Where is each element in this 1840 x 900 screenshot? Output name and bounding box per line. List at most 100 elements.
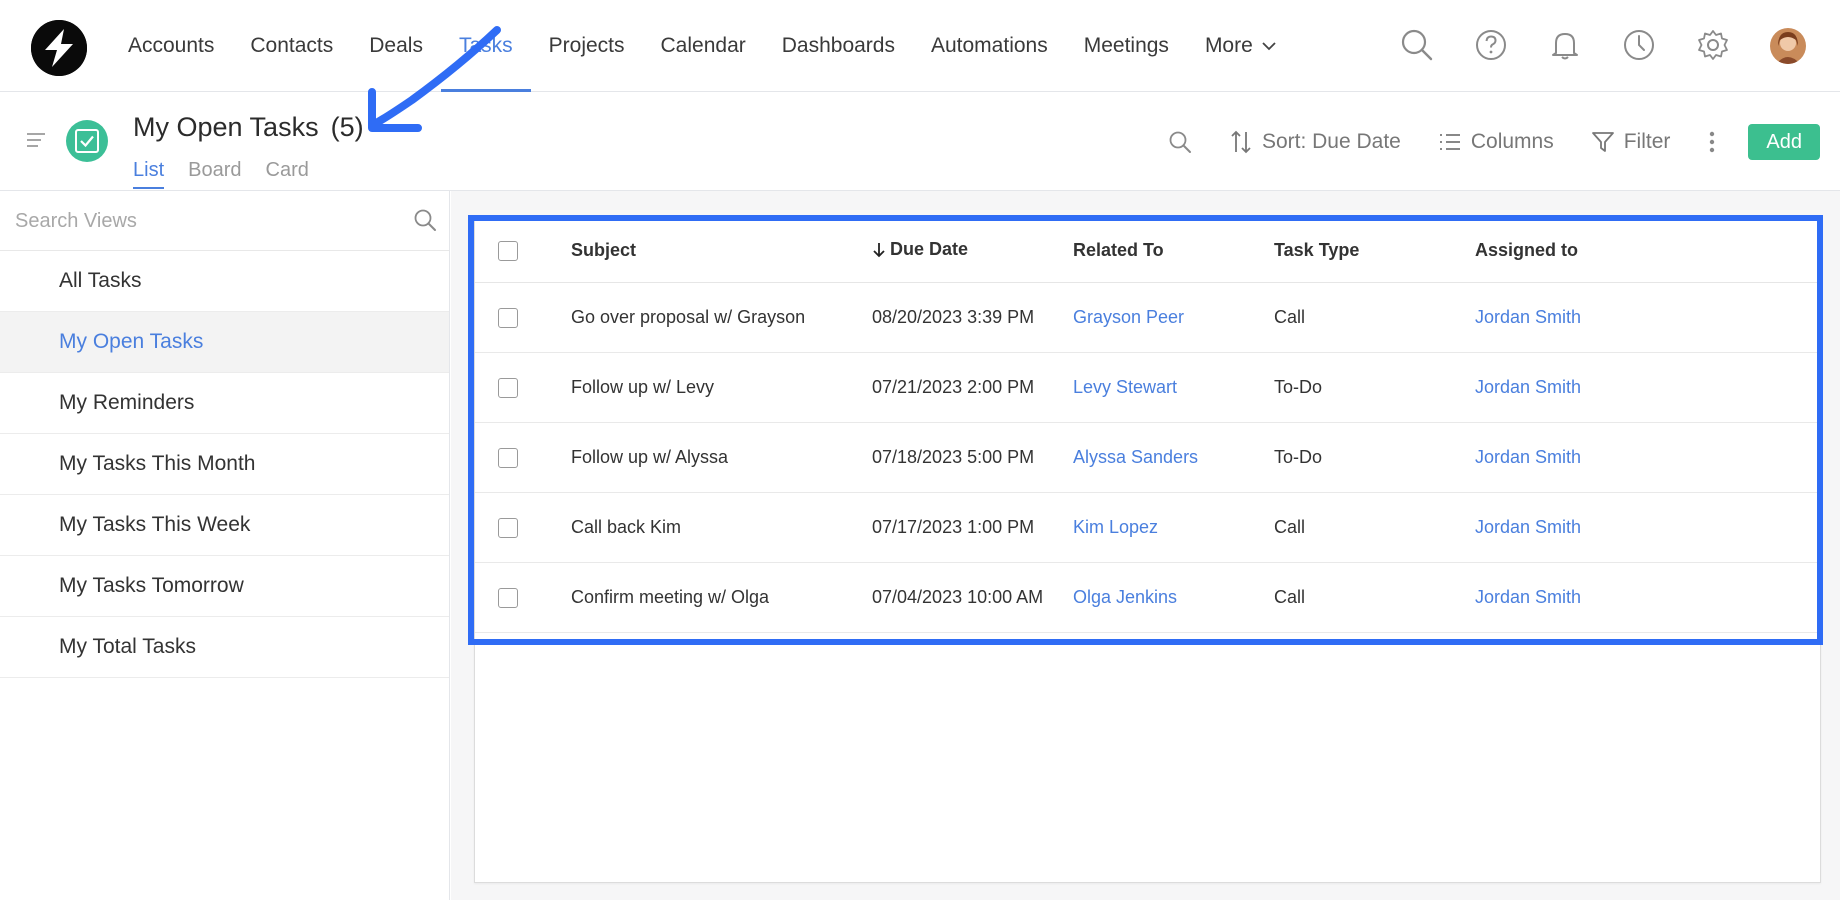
app-logo[interactable] <box>31 20 87 76</box>
task-type: Call <box>1274 306 1306 327</box>
search-views-input[interactable] <box>15 205 395 237</box>
column-header-related-to[interactable]: Related To <box>1073 220 1274 283</box>
nav-item-tasks[interactable]: Tasks <box>440 0 531 92</box>
nav-item-meetings[interactable]: Meetings <box>1066 0 1187 92</box>
task-type: Call <box>1274 516 1306 537</box>
main-nav: Accounts Contacts Deals Tasks Projects C… <box>110 0 1295 92</box>
more-options-button[interactable] <box>1708 130 1716 154</box>
table-row[interactable]: Go over proposal w/ Grayson 08/20/2023 3… <box>475 282 1822 352</box>
task-assigned-to-link[interactable]: Jordan Smith <box>1475 352 1822 422</box>
search-icon[interactable] <box>1400 28 1434 62</box>
nav-item-automations[interactable]: Automations <box>913 0 1066 92</box>
task-type: Call <box>1274 586 1306 607</box>
row-checkbox[interactable] <box>498 307 518 328</box>
task-assigned-to-link[interactable]: Jordan Smith <box>1475 422 1822 492</box>
column-header-assigned-to[interactable]: Assigned to <box>1475 220 1822 283</box>
task-due-date: 07/21/2023 2:00 PM <box>872 376 1035 397</box>
view-item-my-total-tasks[interactable]: My Total Tasks <box>0 617 449 678</box>
task-due-date: 07/04/2023 10:00 AM <box>872 586 1044 607</box>
row-checkbox[interactable] <box>498 447 518 468</box>
view-item-my-open-tasks[interactable]: My Open Tasks <box>0 312 449 373</box>
column-header-subject[interactable]: Subject <box>571 220 872 283</box>
nav-item-dashboards[interactable]: Dashboards <box>764 0 913 92</box>
table-search-button[interactable] <box>1168 130 1192 154</box>
task-due-date: 08/20/2023 3:39 PM <box>872 306 1035 327</box>
task-related-to-link[interactable]: Grayson Peer <box>1073 282 1274 352</box>
select-all-checkbox[interactable] <box>498 241 518 262</box>
task-assigned-to-link[interactable]: Jordan Smith <box>1475 492 1822 562</box>
view-tabs: List Board Card <box>133 159 309 189</box>
task-related-to-link[interactable]: Alyssa Sanders <box>1073 422 1274 492</box>
filter-icon <box>1591 132 1614 152</box>
task-due-date: 07/17/2023 1:00 PM <box>872 516 1035 537</box>
lightning-logo-icon <box>31 20 87 76</box>
row-checkbox[interactable] <box>498 587 518 608</box>
avatar[interactable] <box>1770 28 1806 64</box>
chevron-down-icon <box>1261 41 1277 51</box>
columns-button[interactable]: Columns <box>1439 130 1554 154</box>
view-item-my-reminders[interactable]: My Reminders <box>0 373 449 434</box>
task-type: To-Do <box>1274 376 1323 397</box>
tab-list[interactable]: List <box>133 159 165 189</box>
tasks-table: Subject Due Date Related To Task Type As… <box>475 220 1822 633</box>
nav-item-calendar[interactable]: Calendar <box>643 0 764 92</box>
row-checkbox[interactable] <box>498 517 518 538</box>
table-row[interactable]: Confirm meeting w/ Olga 07/04/2023 10:00… <box>475 562 1822 632</box>
view-item-all-tasks[interactable]: All Tasks <box>0 251 449 312</box>
tasks-table-card: Subject Due Date Related To Task Type As… <box>474 219 1822 883</box>
tasks-module-icon <box>66 120 108 162</box>
nav-item-deals[interactable]: Deals <box>351 0 441 92</box>
search-views <box>0 191 449 251</box>
task-subject[interactable]: Go over proposal w/ Grayson <box>571 282 872 352</box>
arrow-down-icon <box>873 242 885 257</box>
task-assigned-to-link[interactable]: Jordan Smith <box>1475 282 1822 352</box>
checkbox-icon <box>75 129 99 153</box>
table-row[interactable]: Call back Kim 07/17/2023 1:00 PM Kim Lop… <box>475 492 1822 562</box>
nav-icons <box>1400 28 1806 64</box>
task-subject[interactable]: Follow up w/ Levy <box>571 352 872 422</box>
menu-icon[interactable] <box>26 132 46 153</box>
row-checkbox[interactable] <box>498 377 518 398</box>
gear-icon[interactable] <box>1696 28 1730 62</box>
tab-board[interactable]: Board <box>188 159 241 189</box>
search-icon[interactable] <box>413 208 437 237</box>
task-count: (5) <box>330 112 364 142</box>
table-row[interactable]: Follow up w/ Alyssa 07/18/2023 5:00 PM A… <box>475 422 1822 492</box>
views-sidebar: All Tasks My Open Tasks My Reminders My … <box>0 191 450 900</box>
nav-item-projects[interactable]: Projects <box>531 0 643 92</box>
column-header-task-type[interactable]: Task Type <box>1274 220 1475 283</box>
task-related-to-link[interactable]: Olga Jenkins <box>1073 562 1274 632</box>
task-related-to-link[interactable]: Levy Stewart <box>1073 352 1274 422</box>
table-row[interactable]: Follow up w/ Levy 07/21/2023 2:00 PM Lev… <box>475 352 1822 422</box>
page-title: My Open Tasks (5) <box>133 112 364 142</box>
filter-button[interactable]: Filter <box>1591 130 1670 154</box>
search-icon <box>1169 131 1191 153</box>
column-header-due-date[interactable]: Due Date <box>872 220 1073 283</box>
page-header: My Open Tasks (5) List Board Card Sort: D… <box>0 92 1840 191</box>
bell-icon[interactable] <box>1548 28 1582 62</box>
view-item-my-tasks-tomorrow[interactable]: My Tasks Tomorrow <box>0 556 449 617</box>
task-subject[interactable]: Call back Kim <box>571 492 872 562</box>
sort-icon <box>1231 130 1251 154</box>
table-header-row: Subject Due Date Related To Task Type As… <box>475 220 1822 283</box>
clock-icon[interactable] <box>1622 28 1656 62</box>
main-content: Subject Due Date Related To Task Type As… <box>451 191 1840 900</box>
task-assigned-to-link[interactable]: Jordan Smith <box>1475 562 1822 632</box>
task-subject[interactable]: Confirm meeting w/ Olga <box>571 562 872 632</box>
tab-card[interactable]: Card <box>266 159 309 189</box>
task-related-to-link[interactable]: Kim Lopez <box>1073 492 1274 562</box>
view-item-my-tasks-this-month[interactable]: My Tasks This Month <box>0 434 449 495</box>
nav-item-accounts[interactable]: Accounts <box>110 0 232 92</box>
list-icon <box>1439 134 1460 150</box>
task-due-date: 07/18/2023 5:00 PM <box>872 446 1035 467</box>
sort-button[interactable]: Sort: Due Date <box>1230 130 1401 154</box>
add-button[interactable]: Add <box>1748 124 1820 160</box>
help-icon[interactable] <box>1474 28 1508 62</box>
toolbar: Sort: Due Date Columns Filter Add <box>1130 124 1820 160</box>
kebab-icon <box>1710 131 1715 153</box>
task-subject[interactable]: Follow up w/ Alyssa <box>571 422 872 492</box>
nav-item-contacts[interactable]: Contacts <box>232 0 351 92</box>
view-item-my-tasks-this-week[interactable]: My Tasks This Week <box>0 495 449 556</box>
nav-item-more[interactable]: More <box>1187 0 1295 92</box>
top-nav: Accounts Contacts Deals Tasks Projects C… <box>0 0 1840 92</box>
